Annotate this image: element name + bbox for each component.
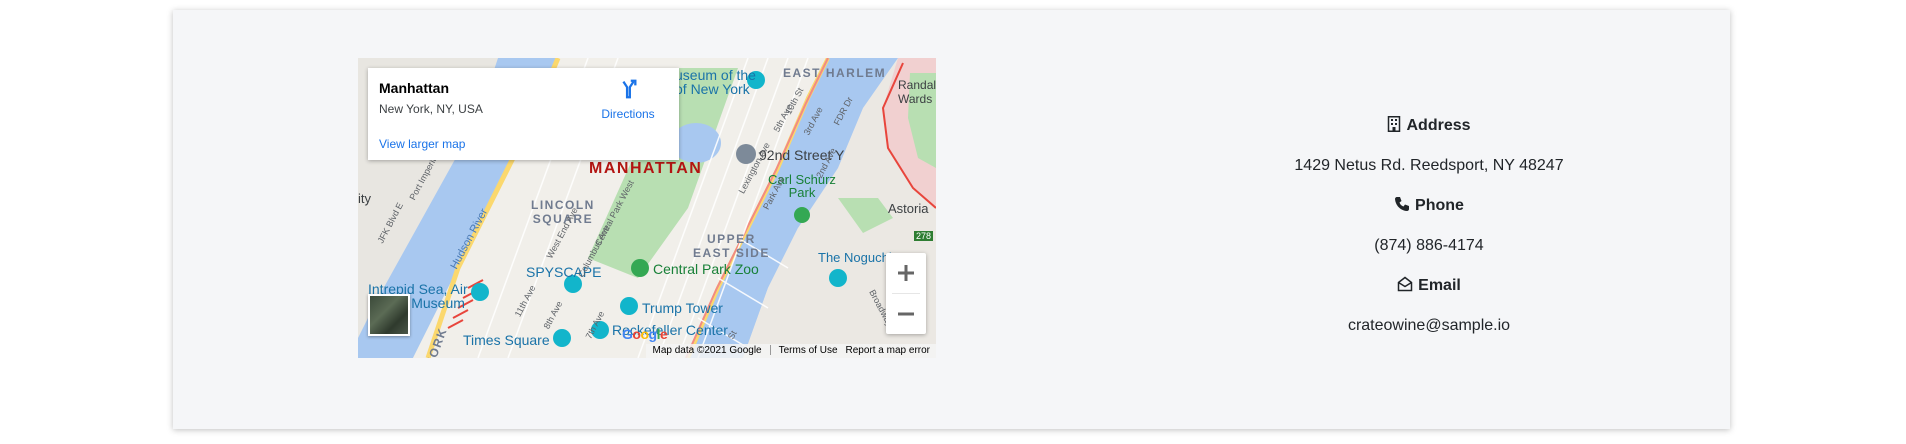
phone-icon bbox=[1395, 197, 1410, 211]
building-icon bbox=[1388, 116, 1401, 132]
map-label-times-square: Times Square bbox=[463, 332, 550, 348]
directions-icon bbox=[622, 79, 637, 99]
minus-icon bbox=[898, 312, 914, 316]
place-title: Manhattan bbox=[379, 80, 449, 96]
map-label-trump-tower: Trump Tower bbox=[642, 300, 723, 316]
email-heading: Email bbox=[1229, 266, 1629, 306]
map-label-randalls-island: Randal Wards I bbox=[898, 78, 936, 106]
report-map-error-link[interactable]: Report a map error bbox=[846, 345, 930, 356]
map-label-central-park-zoo: Central Park Zoo bbox=[653, 261, 759, 277]
zoom-out-button[interactable] bbox=[886, 294, 926, 334]
map-label-astoria: Astoria bbox=[888, 201, 929, 216]
place-subtitle: New York, NY, USA bbox=[379, 102, 483, 116]
map-place-infobox: Manhattan New York, NY, USA View larger … bbox=[368, 68, 679, 160]
contact-info: Address 1429 Netus Rd. Reedsport, NY 482… bbox=[1229, 106, 1629, 346]
embedded-map[interactable]: MANHATTAN EAST HARLEM LINCOLN SQUARE UPPE… bbox=[358, 58, 936, 358]
address-value: 1429 Netus Rd. Reedsport, NY 48247 bbox=[1294, 157, 1564, 174]
directions-button[interactable]: Directions bbox=[593, 78, 663, 121]
phone-value: (874) 886-4174 bbox=[1374, 237, 1484, 254]
map-label-highway-278: 278 bbox=[914, 231, 934, 241]
envelope-open-icon bbox=[1397, 276, 1413, 292]
address-heading: Address bbox=[1229, 106, 1629, 146]
address-heading-label: Address bbox=[1406, 117, 1471, 134]
contact-section-card: MANHATTAN EAST HARLEM LINCOLN SQUARE UPPE… bbox=[173, 10, 1730, 429]
directions-label: Directions bbox=[601, 107, 655, 121]
map-attribution: Map data ©2021 Google Terms of Use Report … bbox=[646, 344, 936, 358]
view-larger-map-link[interactable]: View larger map bbox=[379, 137, 465, 151]
email-heading-label: Email bbox=[1418, 277, 1461, 294]
email-value: crateowine@sample.io bbox=[1347, 317, 1511, 334]
zoom-in-button[interactable] bbox=[886, 253, 926, 293]
plus-icon bbox=[898, 265, 914, 281]
map-label-museum-city-ny: useum of the of New York bbox=[675, 67, 756, 97]
map-label-city: ity bbox=[358, 191, 371, 206]
map-label-east-harlem: EAST HARLEM bbox=[783, 66, 887, 80]
map-label-manhattan: MANHATTAN bbox=[589, 160, 703, 177]
zoom-control bbox=[886, 253, 926, 334]
satellite-view-toggle[interactable] bbox=[368, 294, 410, 336]
map-label-upper-east-side: UPPER EAST SIDE bbox=[693, 232, 770, 260]
map-data-credit: Map data ©2021 Google bbox=[652, 345, 762, 356]
terms-of-use-link[interactable]: Terms of Use bbox=[779, 345, 838, 356]
phone-heading: Phone bbox=[1229, 186, 1629, 226]
phone-heading-label: Phone bbox=[1415, 197, 1464, 214]
google-logo: Google bbox=[622, 326, 668, 342]
